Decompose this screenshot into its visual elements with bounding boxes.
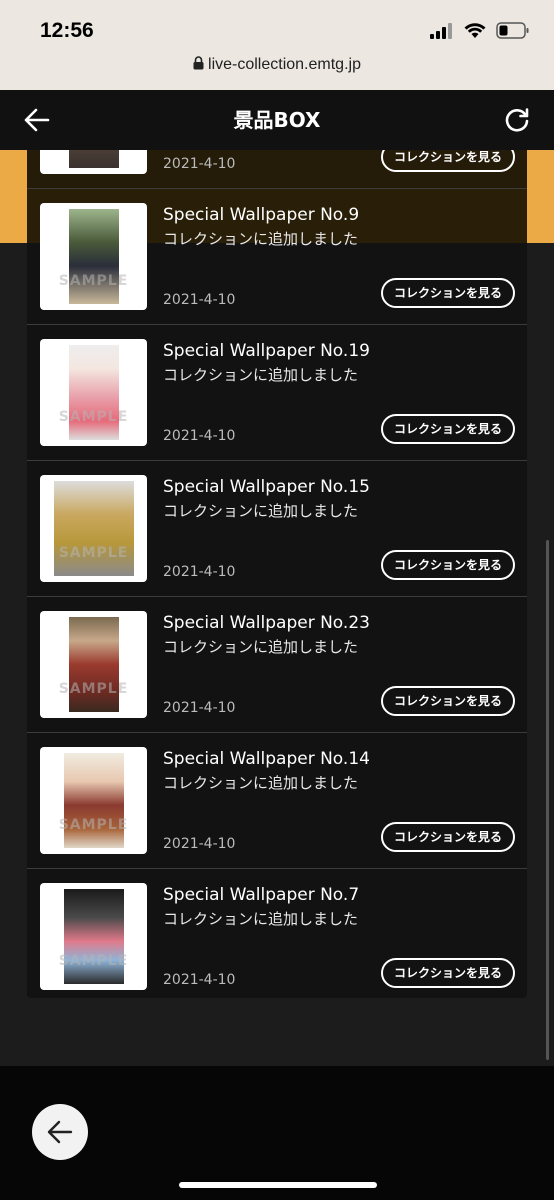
list-item[interactable]: SAMPLE Special Wallpaper No.15 コレクションに追加… xyxy=(27,461,527,597)
item-date: 2021-4-10 xyxy=(163,836,236,852)
view-collection-button[interactable]: コレクションを見る xyxy=(381,822,515,852)
scrollbar[interactable] xyxy=(546,540,549,1060)
item-date: 2021-4-10 xyxy=(163,972,236,988)
url-bar[interactable]: live-collection.emtg.jp xyxy=(0,56,554,74)
arrow-left-icon xyxy=(47,1120,73,1144)
reload-icon[interactable] xyxy=(504,107,530,133)
list-item[interactable]: SAMPLE Special Wallpaper No.9 コレクションに追加し… xyxy=(27,189,527,325)
sample-watermark: SAMPLE xyxy=(58,545,129,561)
item-subtitle: コレクションに追加しました xyxy=(163,230,359,248)
list-item[interactable]: SAMPLE Special Wallpaper No.14 コレクションに追加… xyxy=(27,733,527,869)
view-collection-button[interactable]: コレクションを見る xyxy=(381,686,515,716)
wallpaper-thumbnail[interactable]: SAMPLE xyxy=(40,883,147,990)
list-item[interactable]: SAMPLE Special Wallpaper No.19 コレクションに追加… xyxy=(27,325,527,461)
view-collection-button[interactable]: コレクションを見る xyxy=(381,414,515,444)
item-date: 2021-4-10 xyxy=(163,564,236,580)
prize-list-inner: 2021-4-10 コレクションを見る SAMPLE Special Wallp… xyxy=(27,150,527,998)
item-title: Special Wallpaper No.19 xyxy=(163,341,370,361)
view-collection-button[interactable]: コレクションを見る xyxy=(381,550,515,580)
status-icons xyxy=(430,22,530,39)
item-date: 2021-4-10 xyxy=(163,700,236,716)
wifi-icon xyxy=(464,22,486,38)
wallpaper-thumbnail[interactable] xyxy=(40,150,147,174)
sample-watermark: SAMPLE xyxy=(58,953,129,969)
list-item[interactable]: SAMPLE Special Wallpaper No.7 コレクションに追加し… xyxy=(27,869,527,998)
battery-icon xyxy=(496,22,529,39)
status-time: 12:56 xyxy=(40,19,94,42)
item-title: Special Wallpaper No.15 xyxy=(163,477,370,497)
photo-image xyxy=(69,209,119,304)
item-subtitle: コレクションに追加しました xyxy=(163,638,359,656)
page-title: 景品BOX xyxy=(233,108,321,132)
view-collection-button[interactable]: コレクションを見る xyxy=(381,150,515,172)
list-item[interactable]: 2021-4-10 コレクションを見る xyxy=(27,150,527,189)
lock-icon xyxy=(193,56,204,70)
photo-image xyxy=(64,889,124,984)
wallpaper-thumbnail[interactable]: SAMPLE xyxy=(40,203,147,310)
wallpaper-thumbnail[interactable]: SAMPLE xyxy=(40,611,147,718)
status-bar: 12:56 live-collection.emtg.jp xyxy=(0,0,554,90)
item-title: Special Wallpaper No.9 xyxy=(163,205,360,225)
sample-watermark: SAMPLE xyxy=(58,817,129,833)
photo-image xyxy=(69,345,119,440)
item-date: 2021-4-10 xyxy=(163,292,236,308)
wallpaper-thumbnail[interactable]: SAMPLE xyxy=(40,339,147,446)
photo-image xyxy=(64,753,124,848)
item-date: 2021-4-10 xyxy=(163,428,236,444)
sample-watermark: SAMPLE xyxy=(58,681,129,697)
photo-image xyxy=(69,617,119,712)
view-collection-button[interactable]: コレクションを見る xyxy=(381,958,515,988)
sample-watermark: SAMPLE xyxy=(58,409,129,425)
sample-watermark: SAMPLE xyxy=(58,273,129,289)
item-subtitle: コレクションに追加しました xyxy=(163,366,359,384)
app-header: 景品BOX xyxy=(0,90,554,150)
list-item[interactable]: SAMPLE Special Wallpaper No.23 コレクションに追加… xyxy=(27,597,527,733)
photo-image xyxy=(54,481,134,576)
wallpaper-thumbnail[interactable]: SAMPLE xyxy=(40,475,147,582)
url-text: live-collection.emtg.jp xyxy=(208,56,361,73)
signal-icon xyxy=(430,22,452,39)
prize-list[interactable]: 2021-4-10 コレクションを見る SAMPLE Special Wallp… xyxy=(27,150,527,998)
photo-image xyxy=(69,150,119,168)
item-title: Special Wallpaper No.23 xyxy=(163,613,370,633)
view-collection-button[interactable]: コレクションを見る xyxy=(381,278,515,308)
item-title: Special Wallpaper No.7 xyxy=(163,885,360,905)
home-indicator[interactable] xyxy=(179,1182,377,1188)
floating-back-button[interactable] xyxy=(32,1104,88,1160)
item-subtitle: コレクションに追加しました xyxy=(163,774,359,792)
item-subtitle: コレクションに追加しました xyxy=(163,910,359,928)
item-subtitle: コレクションに追加しました xyxy=(163,502,359,520)
item-date: 2021-4-10 xyxy=(163,156,236,172)
item-title: Special Wallpaper No.14 xyxy=(163,749,370,769)
wallpaper-thumbnail[interactable]: SAMPLE xyxy=(40,747,147,854)
